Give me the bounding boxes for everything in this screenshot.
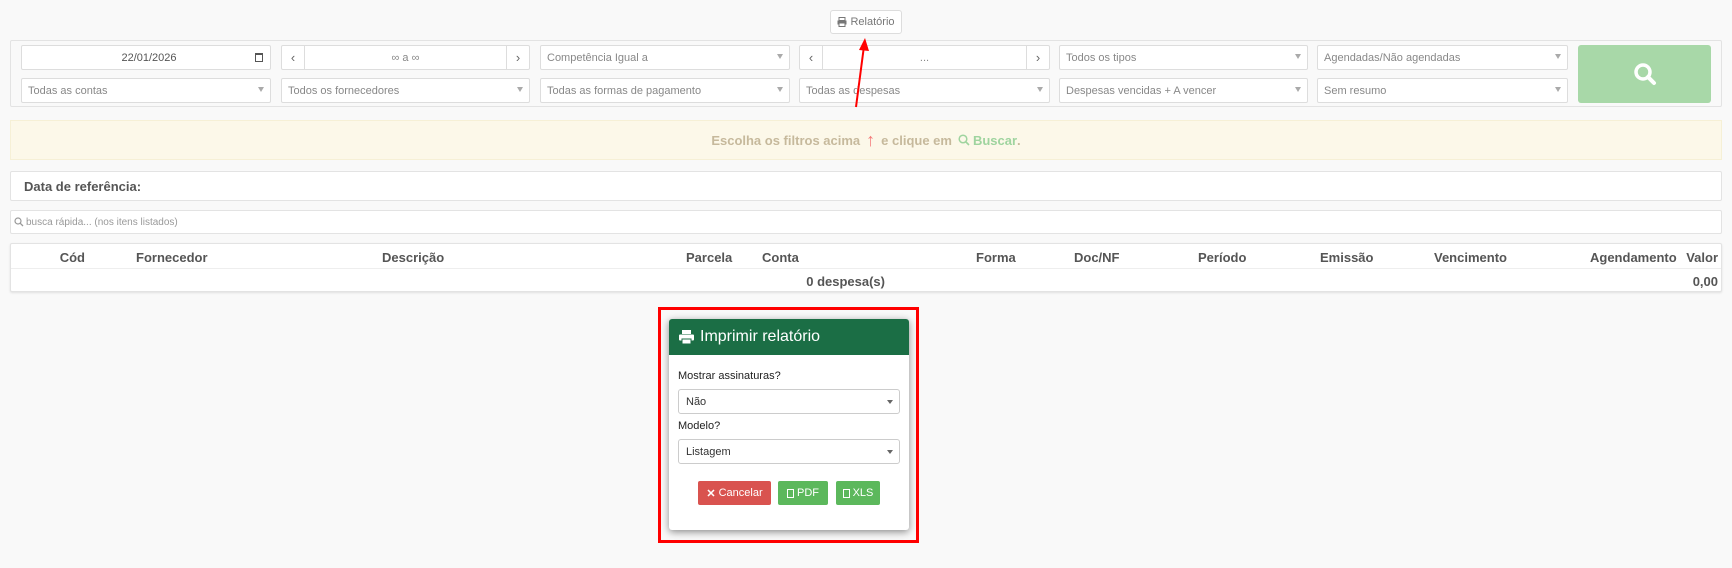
resumo-select[interactable]: Sem resumo (1317, 78, 1568, 103)
col-forma[interactable]: Forma (976, 250, 1016, 265)
tipos-value: Todos os tipos (1066, 51, 1137, 64)
fornecedores-value: Todos os fornecedores (288, 84, 400, 97)
caret-down-icon (1295, 87, 1301, 92)
print-report-modal: Imprimir relatório Mostrar assinaturas? … (669, 319, 909, 530)
vencimento-value: Despesas vencidas + A vencer (1066, 84, 1217, 97)
signatures-select[interactable]: Não (678, 389, 900, 414)
modal-header: Imprimir relatório (669, 319, 909, 355)
caret-down-icon (258, 87, 264, 92)
col-emissao[interactable]: Emissão (1320, 250, 1373, 265)
calendar-icon (255, 53, 263, 62)
formas-value: Todas as formas de pagamento (547, 84, 702, 97)
hint-text: Escolha os filtros acima (711, 132, 861, 148)
search-icon (14, 217, 24, 227)
col-descricao[interactable]: Descrição (382, 250, 444, 265)
hint-search-link: Buscar (958, 133, 1017, 148)
second-range[interactable]: ‹... › (799, 45, 1050, 70)
col-fornecedor[interactable]: Fornecedor (136, 250, 208, 265)
search-icon (958, 134, 970, 146)
signatures-label: Mostrar assinaturas? (678, 370, 781, 382)
close-icon: ✕ (706, 487, 716, 500)
filter-hint-banner: Escolha os filtros acima ↑ e clique em B… (10, 120, 1722, 160)
caret-down-icon (1555, 54, 1561, 59)
date-value: 22/01/2026 (121, 51, 177, 64)
hint-end: . (1017, 132, 1021, 148)
xls-label: XLS (852, 487, 874, 499)
cancel-button[interactable]: ✕ Cancelar (698, 481, 771, 505)
col-conta[interactable]: Conta (762, 250, 799, 265)
search-button[interactable] (1578, 45, 1711, 103)
contas-value: Todas as contas (28, 84, 108, 97)
chevron-right-icon[interactable]: › (506, 46, 529, 69)
caret-down-icon (1555, 87, 1561, 92)
agendadas-select[interactable]: Agendadas/Não agendadas (1317, 45, 1568, 70)
printer-icon (837, 17, 847, 27)
formas-select[interactable]: Todas as formas de pagamento (540, 78, 790, 103)
fornecedores-select[interactable]: Todos os fornecedores (281, 78, 530, 103)
model-value: Listagem (686, 445, 731, 458)
chevron-left-icon[interactable]: ‹ (800, 46, 823, 69)
file-pdf-icon (787, 488, 794, 498)
expenses-table: Cód Fornecedor Descrição Parcela Conta F… (10, 243, 1722, 292)
col-periodo[interactable]: Período (1198, 250, 1246, 265)
date-input[interactable]: 22/01/2026 (21, 45, 271, 70)
pdf-label: PDF (797, 487, 819, 499)
chevron-left-icon[interactable]: ‹ (282, 46, 305, 69)
contas-select[interactable]: Todas as contas (21, 78, 271, 103)
caret-down-icon (777, 54, 783, 59)
caret-down-icon (887, 400, 893, 404)
resumo-value: Sem resumo (1324, 84, 1387, 97)
reference-date-label: Data de referência: (24, 178, 142, 194)
col-valor[interactable]: Valor (1686, 250, 1718, 265)
despesas-select[interactable]: Todas as despesas (799, 78, 1050, 103)
signatures-value: Não (686, 395, 707, 408)
col-parcela[interactable]: Parcela (686, 250, 732, 265)
period-range-value: ∞ a ∞ (391, 51, 420, 64)
quick-search-placeholder: busca rápida... (nos itens listados) (26, 216, 178, 228)
caret-down-icon (887, 450, 893, 454)
col-cod[interactable]: Cód (60, 250, 85, 265)
search-icon (1633, 63, 1656, 85)
model-select[interactable]: Listagem (678, 439, 900, 464)
report-button[interactable]: Relatório (830, 10, 902, 34)
caret-down-icon (777, 87, 783, 92)
printer-icon (679, 330, 694, 344)
cancel-label: Cancelar (718, 487, 763, 499)
hint-text-2: e clique em (881, 132, 952, 148)
competencia-value: Competência Igual a (547, 51, 648, 64)
competencia-select[interactable]: Competência Igual a (540, 45, 790, 70)
caret-down-icon (1295, 54, 1301, 59)
expense-total: 0,00 (1692, 274, 1718, 289)
arrow-up-icon: ↑ (866, 129, 876, 150)
caret-down-icon (517, 87, 523, 92)
col-agendamento[interactable]: Agendamento (1590, 250, 1677, 265)
chevron-right-icon[interactable]: › (1026, 46, 1049, 69)
period-range[interactable]: ‹ ∞ a ∞ › (281, 45, 530, 70)
col-vencimento[interactable]: Vencimento (1434, 250, 1507, 265)
second-range-value: ... (919, 51, 930, 64)
hint-action: Buscar (972, 132, 1018, 148)
agendadas-value: Agendadas/Não agendadas (1324, 51, 1461, 64)
expense-count: 0 despesa(s) (806, 274, 885, 289)
tipos-select[interactable]: Todos os tipos (1059, 45, 1308, 70)
col-docnf[interactable]: Doc/NF (1074, 250, 1120, 265)
quick-search-input[interactable]: busca rápida... (nos itens listados) (10, 210, 1722, 234)
reference-date-box: Data de referência: (10, 171, 1722, 201)
annotation-arrow (855, 38, 869, 108)
modal-title: Imprimir relatório (700, 328, 821, 345)
pdf-button[interactable]: PDF (778, 481, 828, 505)
model-label: Modelo? (678, 420, 721, 432)
xls-button[interactable]: XLS (836, 481, 880, 505)
caret-down-icon (1037, 87, 1043, 92)
vencimento-select[interactable]: Despesas vencidas + A vencer (1059, 78, 1308, 103)
file-excel-icon (842, 488, 850, 498)
report-button-label: Relatório (850, 16, 895, 28)
